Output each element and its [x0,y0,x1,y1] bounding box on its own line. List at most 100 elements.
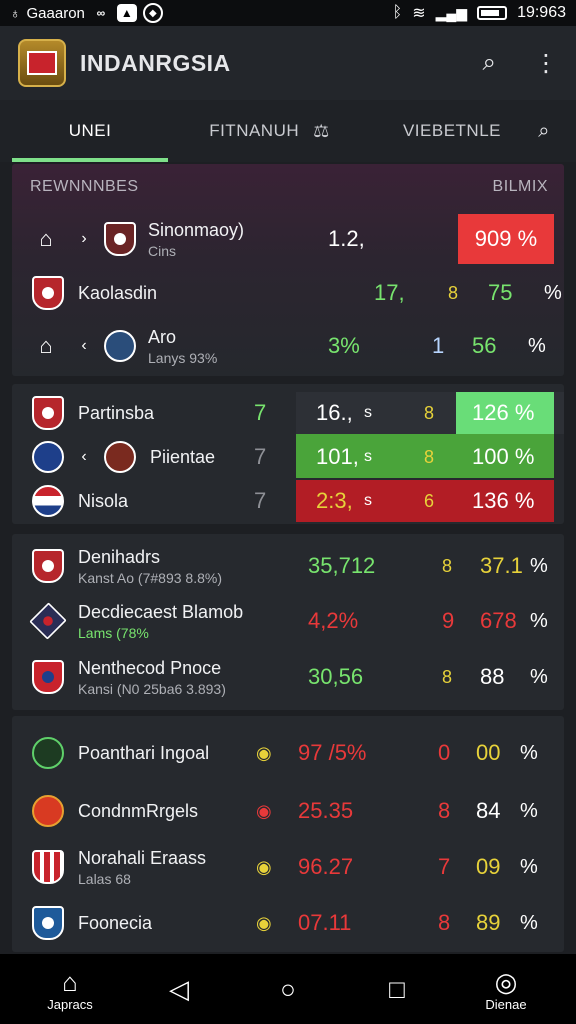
team-crest-icon [32,850,64,884]
list-item[interactable]: Poanthari Ingoal ◉ 97 /5% 0 00 % [12,726,564,780]
pct-value: % [528,334,546,357]
mark-value: 7 [438,854,451,879]
search-icon[interactable]: ⌕ [483,49,496,77]
list-item[interactable]: Norahali Eraass Lalas 68 ◉ 96.27 7 09 % [12,840,564,894]
tab-fitnanuh[interactable]: FITNANUH ⚖ [182,100,357,162]
team-subtitle: Cins [148,242,177,259]
unit-value: s [364,448,372,465]
nav-recents[interactable]: □ [357,974,437,1004]
team-name: Partinsba [78,402,155,423]
home-icon: ⌂ [39,333,53,358]
list-item[interactable]: CondnmRrgels ◉ 25.35 8 84 % [12,784,564,838]
circle-home-icon: ○ [280,974,296,1004]
list-item[interactable]: Denihadrs Kanst Ao (7#893 8.8%) 35,712 8… [12,540,564,592]
score-value: 3% [328,333,360,358]
results-card: Poanthari Ingoal ◉ 97 /5% 0 00 % CondnmR… [12,716,564,952]
count-value: 7 [254,444,267,469]
num-value: 89 [476,910,501,935]
odds-value: 100 % [472,444,535,469]
num-value: 84 [476,798,501,823]
tab-viebetnle[interactable]: VIEBETNLE [377,100,527,162]
num-value: 88 [480,664,505,689]
team-crest-icon [32,441,64,473]
team-name: Nenthecod Pnoce [78,657,222,678]
team-crest-icon [32,906,64,940]
pct-value: % [520,799,538,822]
team-crest-icon [32,737,64,769]
pct-value: % [530,554,548,577]
tab-unei[interactable]: UNEI [12,100,168,162]
nav-profile[interactable]: ◎ Dienae [466,967,546,1012]
nav-back[interactable]: ◁ [139,974,219,1004]
count-value: 7 [254,400,267,425]
team-subtitle: Lalas 68 [78,870,131,887]
cast-icon: ◆ [142,3,163,23]
chevron-icon: › [81,230,87,247]
featured-card: REWNNNBES BILMIX ⌂ › Sinonmaoy) Cins 1.2… [12,164,564,376]
card-header-left: REWNNNBES [30,178,139,195]
odds-value: 126 % [472,400,535,425]
home-icon: ⌂ [39,226,53,251]
list-item[interactable]: Kaolasdin 17, 8 75 % [12,270,564,316]
app-title: INDANRGSIA [80,49,231,76]
mark-value: 9 [442,608,455,633]
list-item[interactable]: Nisola 7 2:3, s 6 136 % [12,480,564,522]
pct-value: % [520,911,538,934]
more-options-icon[interactable]: ⋮ [534,49,558,78]
mark-value: 8 [448,282,459,303]
team-subtitle: Lams (78% [78,624,149,641]
list-item[interactable]: Nenthecod Pnoce Kansi (N0 25ba6 3.893) 3… [12,650,564,704]
app-icon: ▲ [116,4,137,22]
team-name: Foonecia [78,912,153,933]
score-value: 16., [316,400,353,425]
tab-label: FITNANUH [209,121,300,140]
pct-value: % [530,609,548,632]
list-item[interactable]: ⌂ › Sinonmaoy) Cins 1.2, 909 % [12,214,564,264]
app-logo[interactable] [18,39,66,87]
nav-home[interactable]: ⌂ Japracs [30,967,110,1012]
team-name: Sinonmaoy) [148,219,245,240]
bottom-nav: ⌂ Japracs ◁ ○ □ ◎ Dienae [0,954,576,1024]
coin-icon: ◉ [256,800,272,821]
tab-search-icon[interactable]: ⌕ [538,120,550,143]
stats-card: Denihadrs Kanst Ao (7#893 8.8%) 35,712 8… [12,534,564,710]
tab-bar: UNEI FITNANUH ⚖ VIEBETNLE ⌕ [0,100,576,162]
num-value: 09 [476,854,501,879]
list-item[interactable]: Decdiecaest Blamob Lams (78% 4,2% 9 678 … [12,594,564,648]
nav-home-button[interactable]: ○ [248,974,328,1004]
list-item[interactable]: Foonecia ◉ 07.11 8 89 % [12,896,564,950]
odds-value: 136 % [472,488,535,513]
team-subtitle: Kansi (N0 25ba6 3.893) [78,680,226,697]
pct-value: % [544,281,562,304]
score-value: 2:3, [316,488,353,513]
pct-value: % [530,665,548,688]
score-value: 101, [316,444,359,469]
pct-value: % [520,741,538,764]
recents-icon: □ [389,974,405,1004]
score-value: 30,56 [308,664,364,689]
bluetooth-icon: ᛒ [392,4,403,21]
list-item[interactable]: ⌂ ‹ Aro Lanys 93% 3% 1 56 % [12,322,564,370]
coin-icon: ◉ [256,856,272,877]
list-item[interactable]: ‹ Piientae 7 101, s 8 100 % [12,436,564,478]
mark-value: 8 [442,666,453,687]
score-value: 25.35 [298,798,354,823]
score-value: 35,712 [308,553,376,578]
score-value: 1.2, [328,226,365,251]
chevron-icon: ‹ [81,337,87,354]
odds-badge[interactable]: 909 % [458,214,554,264]
team-name: CondnmRrgels [78,800,199,821]
team-crest-icon [104,222,136,256]
num-value: 75 [488,280,513,305]
team-crest-icon [32,660,64,694]
list-item[interactable]: Partinsba 7 16., s 8 126 % [12,392,564,434]
highlight-card: Partinsba 7 16., s 8 126 % ‹ Piientae 7 … [12,384,564,524]
team-name: Decdiecaest Blamob [78,601,244,622]
target-icon: ◎ [494,966,518,997]
score-value: 97 /5% [298,740,367,765]
mark-value: 8 [442,555,453,576]
pct-value: % [520,855,538,878]
nav-home-label: Japracs [47,996,93,1012]
mark-value: 0 [438,740,451,765]
battery-icon [477,6,508,20]
